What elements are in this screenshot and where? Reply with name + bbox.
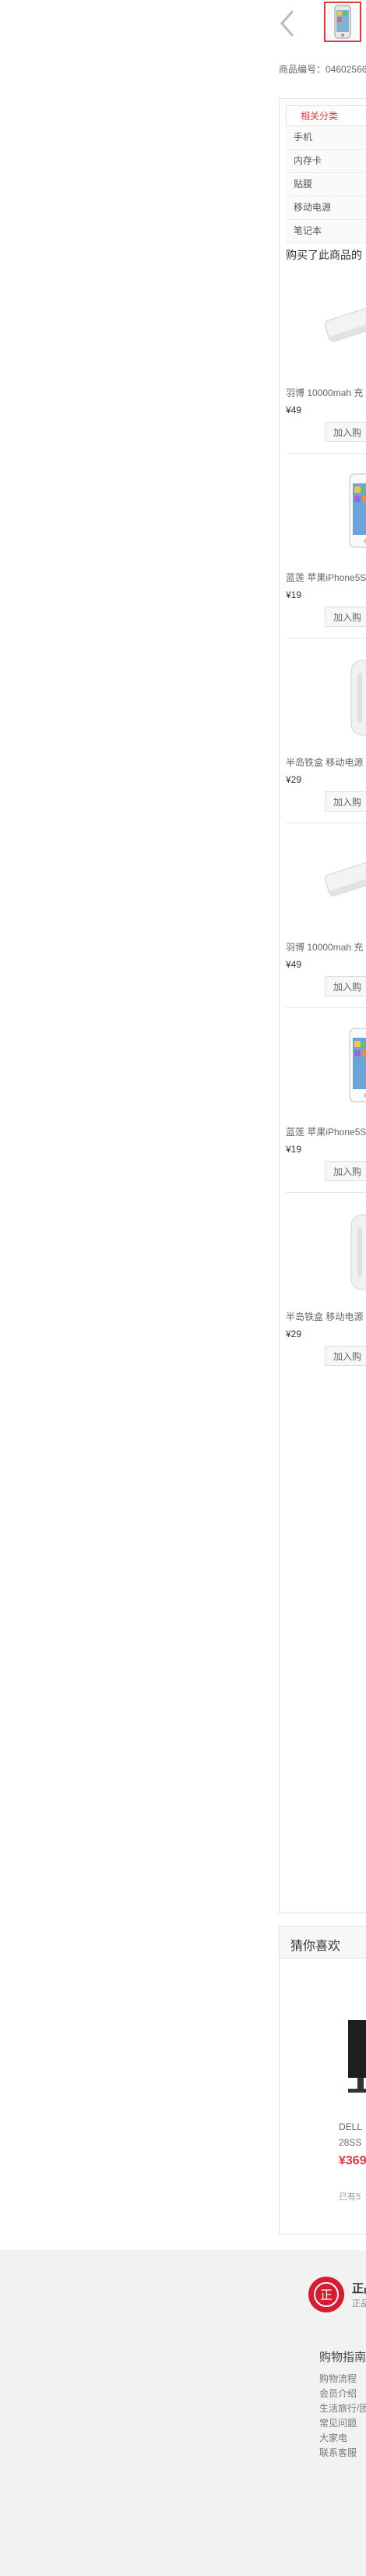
category-item-phone[interactable]: 手机 <box>286 126 366 150</box>
sku-number: 商品编号：04602566 <box>279 64 366 75</box>
gallery-prev-button[interactable] <box>279 8 296 39</box>
tab-related-categories[interactable]: 相关分类 <box>286 105 366 126</box>
product-price: ¥49 <box>286 405 302 416</box>
add-to-cart-button[interactable]: 加入购 <box>325 422 366 442</box>
guide-link[interactable]: 大家电 <box>319 2431 366 2446</box>
phone-film-image[interactable] <box>315 463 366 555</box>
category-item-memory-card[interactable]: 内存卡 <box>286 150 366 173</box>
product-price: ¥19 <box>286 1144 302 1155</box>
related-panel: 相关分类 手机 内存卡 贴膜 移动电源 笔记本 购买了此商品的 羽博 10000… <box>279 98 366 1913</box>
promise-title: 正品 <box>352 2282 366 2295</box>
authentic-guarantee-icon: 正 <box>308 2277 344 2312</box>
product-price: ¥29 <box>286 774 302 785</box>
product-name[interactable]: 蓝莲 苹果iPhone5S <box>286 571 366 584</box>
guide-link[interactable]: 购物流程 <box>319 2372 366 2387</box>
product-name[interactable]: 蓝莲 苹果iPhone5S <box>286 1125 366 1138</box>
power-bank-cylinder-image[interactable] <box>315 648 366 740</box>
phone-film-image[interactable] <box>315 1017 366 1109</box>
guide-link[interactable]: 生活旅行/团 <box>319 2401 366 2416</box>
guide-link[interactable]: 会员介绍 <box>319 2387 366 2401</box>
power-bank-image[interactable] <box>315 833 366 925</box>
guess-product-name[interactable]: DELL <box>339 2121 362 2132</box>
category-item-laptop[interactable]: 笔记本 <box>286 220 366 243</box>
product-name[interactable]: 半岛铁盒 移动电源 <box>286 1310 363 1323</box>
add-to-cart-button[interactable]: 加入购 <box>325 791 366 812</box>
add-to-cart-button[interactable]: 加入购 <box>325 1161 366 1181</box>
product-price: ¥49 <box>286 959 302 970</box>
guess-header: 猜你喜欢 <box>280 1927 366 1959</box>
product-name[interactable]: 羽博 10000mah 充 <box>286 386 363 399</box>
also-bought-item: 蓝莲 苹果iPhone5S ¥19 加入购 <box>286 454 366 639</box>
gallery-thumbnail[interactable] <box>324 2 361 42</box>
also-bought-item: 羽博 10000mah 充 ¥49 加入购 <box>286 823 366 1008</box>
guess-review-count[interactable]: 已有5 <box>339 2190 361 2203</box>
monitor-image[interactable] <box>345 2012 366 2098</box>
product-price: ¥19 <box>286 589 302 600</box>
also-bought-item: 半岛铁盒 移动电源 ¥29 加入购 <box>286 639 366 823</box>
category-item-screen-film[interactable]: 贴膜 <box>286 173 366 196</box>
shopping-guide-list: 购物流程 会员介绍 生活旅行/团 常见问题 大家电 联系客服 <box>319 2372 366 2461</box>
add-to-cart-button[interactable]: 加入购 <box>325 976 366 996</box>
guess-title: 猜你喜欢 <box>290 1940 341 1953</box>
chevron-left-icon <box>280 10 294 37</box>
phone-thumbnail-icon <box>334 5 351 39</box>
promise-subtitle: 正品 <box>352 2299 366 2309</box>
promise-icon-glyph: 正 <box>320 2288 333 2302</box>
add-to-cart-button[interactable]: 加入购 <box>325 1346 366 1366</box>
category-item-power-bank[interactable]: 移动电源 <box>286 196 366 220</box>
also-bought-item: 羽博 10000mah 充 ¥49 加入购 <box>286 269 366 454</box>
guide-link[interactable]: 联系客服 <box>319 2446 366 2461</box>
also-bought-item: 半岛铁盒 移动电源 ¥29 加入购 <box>286 1193 366 1377</box>
guide-link[interactable]: 常见问题 <box>319 2416 366 2431</box>
product-name[interactable]: 羽博 10000mah 充 <box>286 940 363 954</box>
product-price: ¥29 <box>286 1329 302 1339</box>
power-bank-cylinder-image[interactable] <box>315 1202 366 1294</box>
product-name[interactable]: 半岛铁盒 移动电源 <box>286 755 363 769</box>
page-footer: 正 正品 正品 购物指南 购物流程 会员介绍 生活旅行/团 常见问题 大家电 联… <box>0 2250 366 2576</box>
guess-product-price: ¥369 <box>339 2154 366 2167</box>
shopping-guide-title: 购物指南 <box>319 2351 366 2364</box>
also-bought-title: 购买了此商品的 <box>286 249 362 261</box>
power-bank-image[interactable] <box>315 278 366 370</box>
also-bought-item: 蓝莲 苹果iPhone5S ¥19 加入购 <box>286 1008 366 1193</box>
guess-product-model: 28SS <box>339 2137 362 2148</box>
guess-you-like-panel: 猜你喜欢 DELL 28SS ¥369 已有5 <box>279 1926 366 2235</box>
category-list: 手机 内存卡 贴膜 移动电源 笔记本 <box>286 126 366 243</box>
add-to-cart-button[interactable]: 加入购 <box>325 607 366 627</box>
